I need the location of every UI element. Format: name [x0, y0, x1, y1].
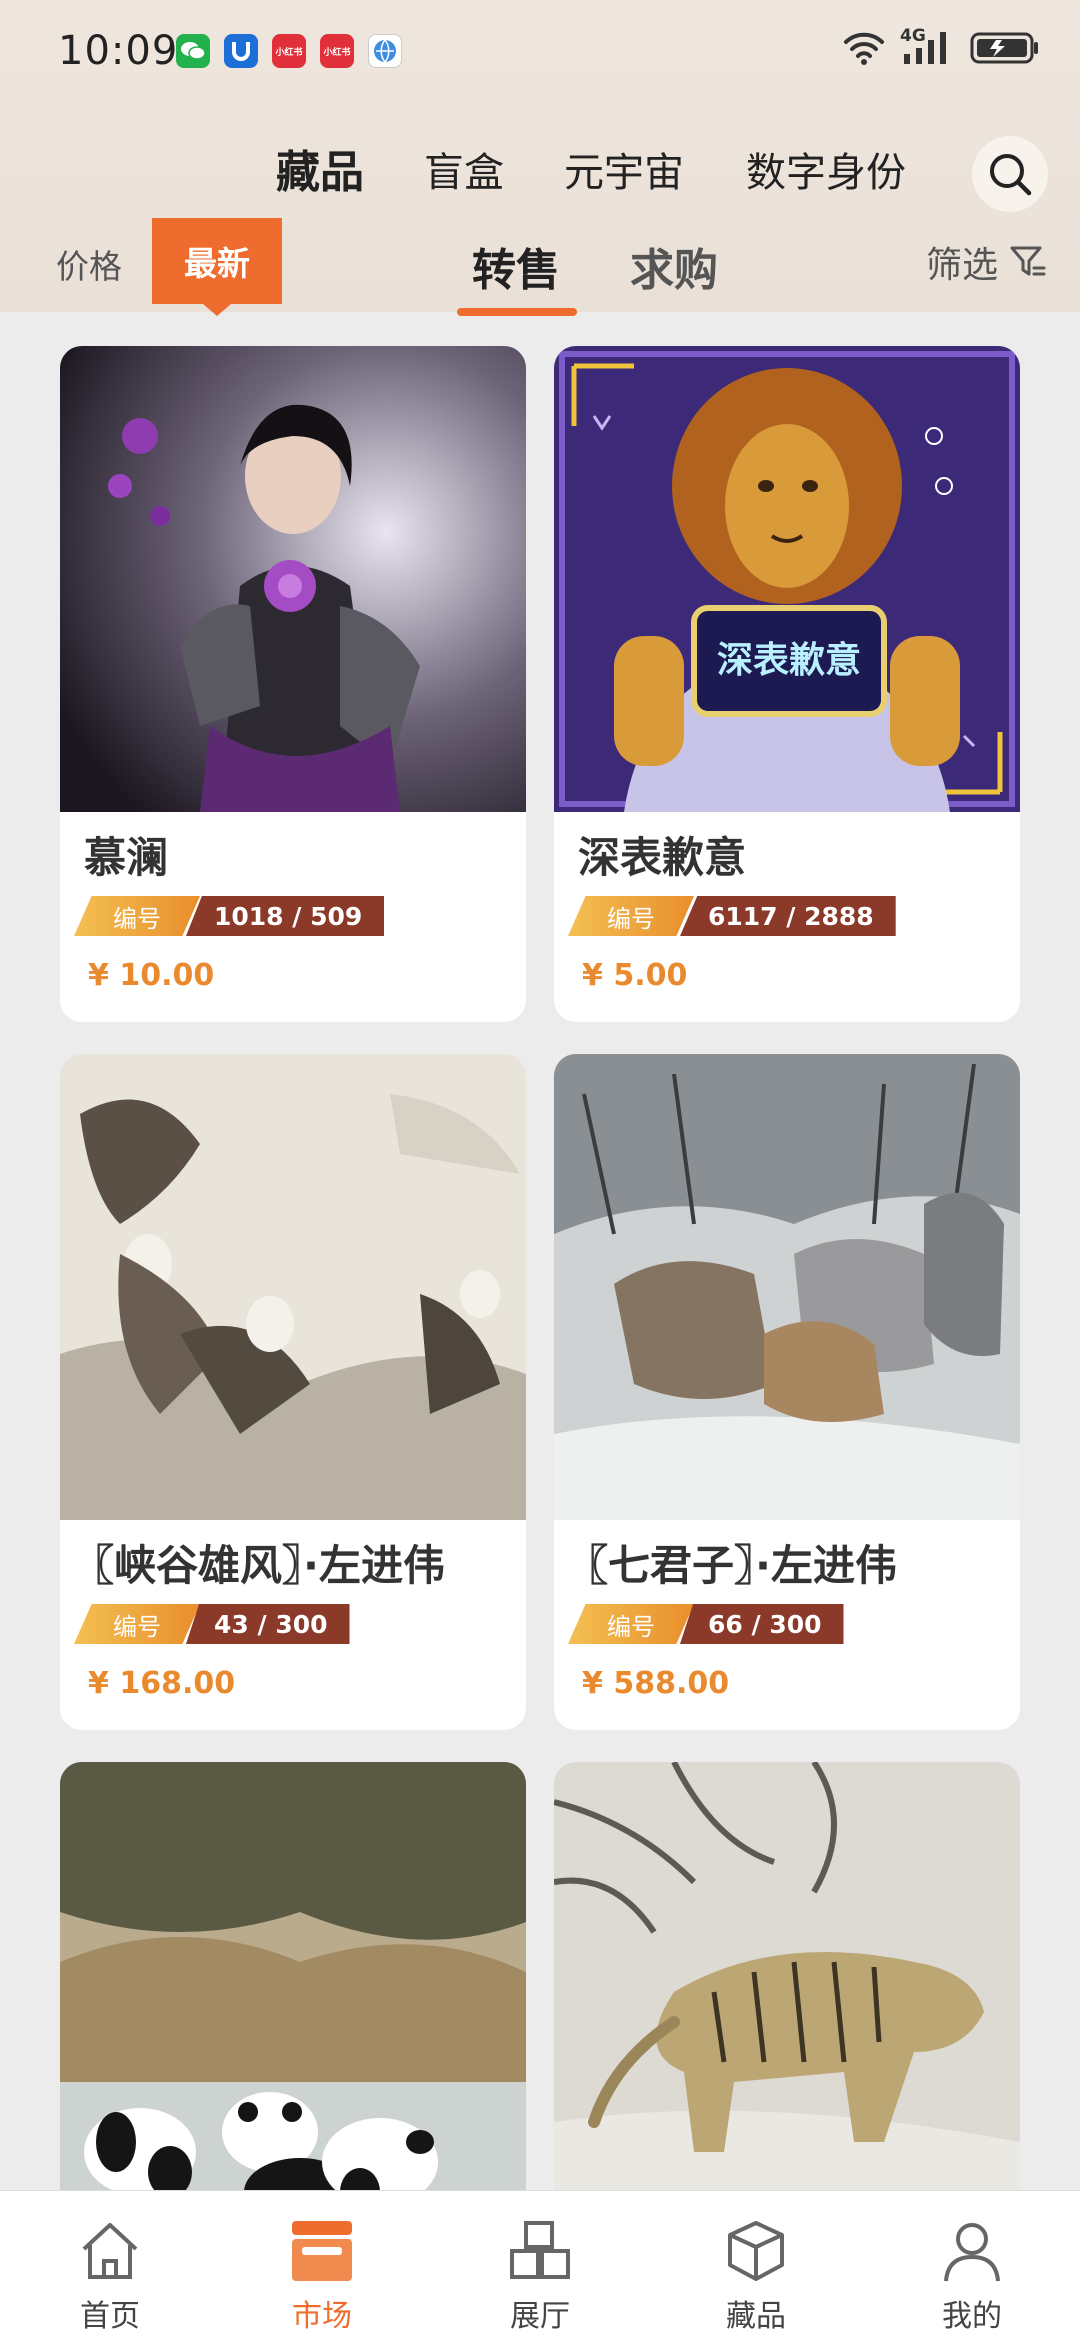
wechat-icon: [176, 34, 210, 68]
nav-gallery[interactable]: 展厅: [470, 2191, 610, 2340]
artwork-wolves: [554, 1054, 1020, 1520]
card-title: 〖峡谷雄风〗·左进伟: [72, 1541, 445, 1590]
collection-card[interactable]: [60, 1762, 526, 2190]
browser-icon: [368, 34, 402, 68]
xiaohongshu-label-1: 小红书: [275, 47, 303, 58]
serial-badge: 编号 6117 / 2888: [568, 896, 896, 936]
serial-badge: 编号 66 / 300: [568, 1604, 844, 1644]
xiaohongshu-label-2: 小红书: [323, 47, 351, 58]
wifi-icon: [844, 32, 884, 65]
shop-icon: [292, 2221, 352, 2281]
card-price: ¥ 5.00: [582, 958, 688, 993]
home-icon: [82, 2223, 138, 2279]
bottom-navigation: 首页 市场 展厅 藏品 我的: [0, 2190, 1080, 2340]
serial-label: 编号: [74, 1604, 200, 1644]
collection-card[interactable]: 慕澜 编号 1018 / 509 ¥ 10.00: [60, 346, 526, 1022]
serial-label: 编号: [568, 896, 694, 936]
nav-home[interactable]: 首页: [40, 2191, 180, 2340]
tab-wanted[interactable]: 求购: [630, 234, 718, 298]
serial-number: 1018 / 509: [186, 896, 385, 936]
nav-profile[interactable]: 我的: [902, 2191, 1042, 2340]
artwork-pandas: [60, 1762, 526, 2190]
collection-card[interactable]: 深表歉意 深表歉意 编号 6117 / 2888 ¥ 5.00: [554, 346, 1020, 1022]
status-indicators: 4G: [842, 26, 1040, 68]
card-title: 慕澜: [84, 833, 169, 882]
nav-market-label: 市场: [292, 2299, 352, 2334]
gallery-icon: [510, 2221, 570, 2279]
serial-badge: 编号 1018 / 509: [74, 896, 385, 936]
serial-label: 编号: [74, 896, 200, 936]
artwork-tiger: [554, 1762, 1020, 2190]
serial-badge: 编号 43 / 300: [74, 1604, 350, 1644]
nav-market[interactable]: 市场: [252, 2191, 392, 2340]
sort-latest-label: 最新: [184, 244, 250, 283]
card-price: ¥ 588.00: [582, 1666, 730, 1701]
filter-button[interactable]: 筛选: [926, 236, 1048, 288]
xiaohongshu-icon-1: 小红书: [272, 34, 306, 68]
status-time: 10:09: [58, 28, 179, 74]
artwork-lion-sign: 深表歉意: [554, 346, 1020, 812]
status-bar: 10:09 小红书 小红书 4G: [0, 0, 1080, 100]
card-title: 〖七君子〗·左进伟: [566, 1541, 897, 1590]
filter-icon: [1010, 246, 1046, 276]
sort-price[interactable]: 价格: [56, 240, 122, 288]
collection-card[interactable]: 〖七君子〗·左进伟 编号 66 / 300 ¥ 588.00: [554, 1054, 1020, 1730]
collection-grid: 慕澜 编号 1018 / 509 ¥ 10.00 深表歉意 深表歉意 编号 61…: [0, 312, 1080, 2190]
collection-card[interactable]: [554, 1762, 1020, 2190]
search-icon: [990, 154, 1032, 196]
collection-card[interactable]: 〖峡谷雄风〗·左进伟 编号 43 / 300 ¥ 168.00: [60, 1054, 526, 1730]
filter-label: 筛选: [926, 245, 999, 286]
notification-icons: 小红书 小红书: [176, 34, 402, 68]
signal-icon: [904, 32, 946, 64]
tab-metaverse[interactable]: 元宇宙: [564, 140, 684, 198]
artwork-armored-girl: [60, 346, 526, 812]
serial-label: 编号: [568, 1604, 694, 1644]
battery-icon: [970, 32, 1038, 64]
serial-number: 66 / 300: [680, 1604, 844, 1644]
xiaohongshu-icon-2: 小红书: [320, 34, 354, 68]
nav-collections[interactable]: 藏品: [686, 2191, 826, 2340]
lion-sign-text: 深表歉意: [717, 640, 861, 681]
serial-number: 6117 / 2888: [680, 896, 896, 936]
nav-collections-label: 藏品: [726, 2299, 786, 2334]
nav-home-label: 首页: [80, 2299, 140, 2334]
category-tabs: 藏品 盲盒 元宇宙 数字身份: [0, 140, 1080, 200]
signal-indicator: 4G: [900, 26, 956, 68]
card-price: ¥ 10.00: [88, 958, 215, 993]
serial-number: 43 / 300: [186, 1604, 350, 1644]
profile-icon: [944, 2223, 1000, 2282]
tab-digital-identity[interactable]: 数字身份: [746, 140, 906, 198]
sort-latest[interactable]: 最新: [152, 218, 282, 304]
tab-collections[interactable]: 藏品: [276, 136, 364, 200]
cube-icon: [728, 2221, 784, 2281]
nav-profile-label: 我的: [942, 2299, 1002, 2334]
card-price: ¥ 168.00: [88, 1666, 236, 1701]
filter-row: 价格 最新 转售 求购 筛选: [0, 216, 1080, 316]
tab-blind-box[interactable]: 盲盒: [424, 140, 504, 198]
app-u-icon: [224, 34, 258, 68]
tab-resale[interactable]: 转售: [472, 234, 560, 298]
search-button[interactable]: [972, 136, 1048, 212]
artwork-eagles: [60, 1054, 526, 1520]
nav-gallery-label: 展厅: [510, 2299, 570, 2334]
card-title: 深表歉意: [578, 833, 747, 882]
